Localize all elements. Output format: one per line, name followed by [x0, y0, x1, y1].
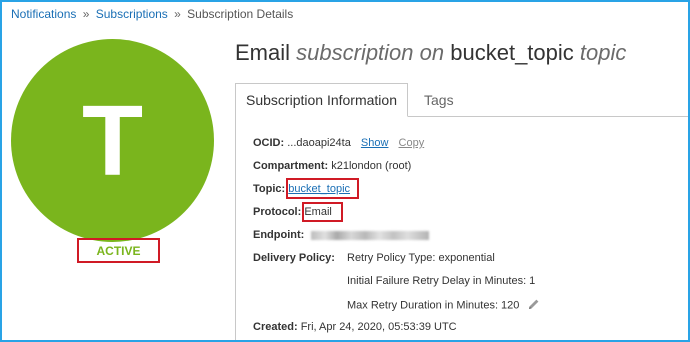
- endpoint-row: Endpoint:: [253, 229, 430, 241]
- initial-failure-retry: Initial Failure Retry Delay in Minutes: …: [347, 275, 536, 287]
- breadcrumb-current: Subscription Details: [187, 7, 294, 21]
- created-value: Fri, Apr 24, 2020, 05:53:39 UTC: [300, 321, 457, 333]
- page-frame: Notifications » Subscriptions » Subscrip…: [0, 0, 690, 342]
- status-badge: ACTIVE: [77, 238, 160, 263]
- avatar: T: [11, 39, 214, 242]
- subscription-details-panel: OCID: ...daoapi24ta Show Copy Compartmen…: [235, 116, 688, 340]
- tab-tags[interactable]: Tags: [424, 83, 454, 116]
- delivery-policy-label: Delivery Policy:: [253, 252, 335, 264]
- breadcrumb-separator: »: [82, 7, 90, 21]
- created-row: Created: Fri, Apr 24, 2020, 05:53:39 UTC: [253, 321, 457, 333]
- compartment-row: Compartment: k21london (root): [253, 160, 411, 172]
- protocol-highlight-box: [302, 202, 343, 222]
- avatar-letter: T: [81, 84, 144, 197]
- max-retry-duration: Max Retry Duration in Minutes: 120: [347, 299, 520, 312]
- breadcrumb-separator: »: [174, 7, 181, 21]
- breadcrumb-subscriptions[interactable]: Subscriptions: [96, 7, 168, 21]
- endpoint-value-redacted: [311, 230, 430, 240]
- copy-ocid-link[interactable]: Copy: [399, 137, 425, 149]
- compartment-label: Compartment:: [253, 160, 329, 172]
- ocid-value: ...daoapi24ta: [287, 137, 351, 149]
- pencil-icon[interactable]: [528, 298, 540, 313]
- title-protocol: Email: [235, 40, 291, 65]
- show-ocid-link[interactable]: Show: [361, 137, 389, 149]
- retry-policy-type: Retry Policy Type: exponential: [347, 252, 495, 264]
- compartment-value: k21london (root): [331, 160, 412, 172]
- delivery-policy-row: Delivery Policy:: [253, 252, 335, 264]
- title-topic-name: bucket_topic: [450, 40, 574, 65]
- page-title: Email subscription on bucket_topic topic: [235, 40, 626, 66]
- breadcrumb: Notifications » Subscriptions » Subscrip…: [11, 7, 293, 21]
- status-text: ACTIVE: [96, 243, 141, 258]
- ocid-row: OCID: ...daoapi24ta Show Copy: [253, 137, 424, 149]
- title-subscription-on: subscription on: [296, 40, 445, 65]
- tab-subscription-information[interactable]: Subscription Information: [235, 83, 408, 117]
- endpoint-label: Endpoint:: [253, 229, 305, 241]
- title-topic-word: topic: [579, 40, 627, 65]
- ocid-label: OCID:: [253, 137, 285, 149]
- tab-bar: Subscription Information Tags: [235, 83, 688, 117]
- breadcrumb-notifications[interactable]: Notifications: [11, 7, 76, 21]
- max-retry-duration-row: Max Retry Duration in Minutes: 120: [347, 298, 540, 313]
- topic-label: Topic:: [253, 183, 286, 195]
- topic-highlight-box: [286, 178, 359, 199]
- created-label: Created:: [253, 321, 298, 333]
- protocol-label: Protocol:: [253, 206, 302, 218]
